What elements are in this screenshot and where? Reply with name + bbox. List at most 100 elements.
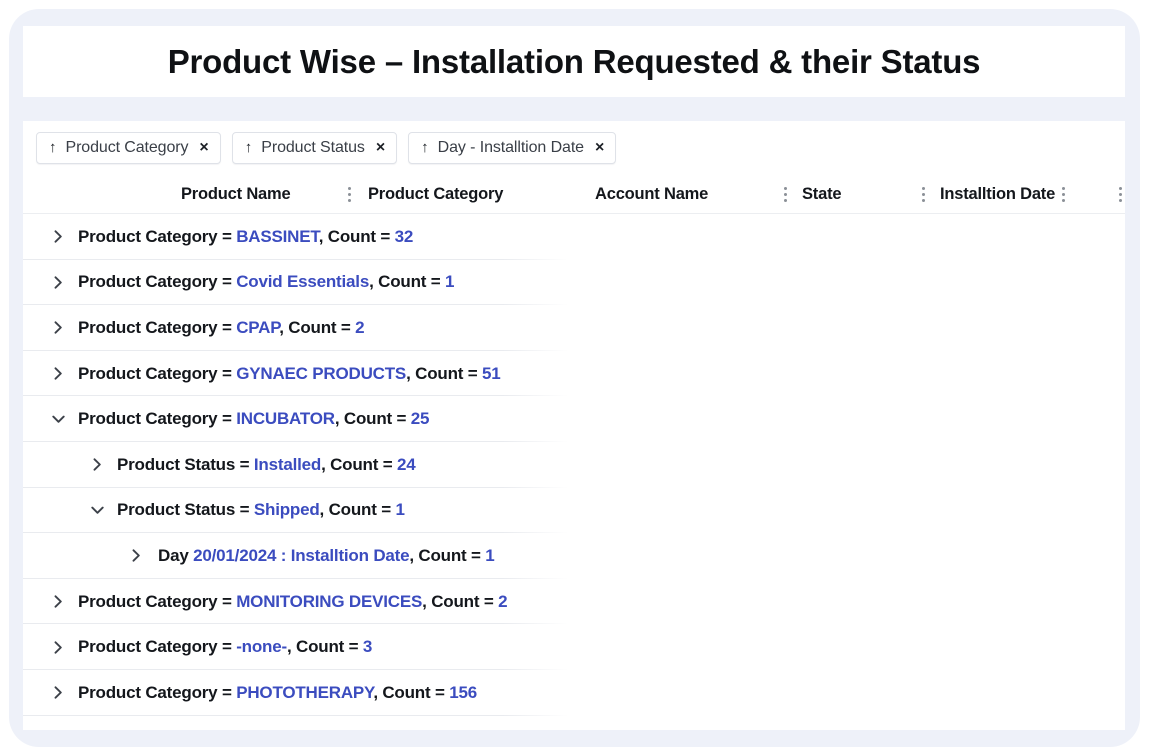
chevron-right-icon[interactable] — [49, 367, 67, 380]
table-row[interactable]: Day 20/01/2024 : Installtion Date, Count… — [23, 533, 1125, 579]
table-row[interactable]: Product Category = MONITORING DEVICES, C… — [23, 578, 1125, 625]
row-label: Product Category = MONITORING DEVICES, C… — [78, 591, 508, 612]
chevron-right-icon[interactable] — [49, 640, 67, 654]
chevron-right-icon[interactable] — [49, 230, 67, 243]
count-label: Count = — [330, 454, 397, 474]
group-equals: = — [217, 226, 237, 246]
report-title-panel: Product Wise – Installation Requested & … — [23, 26, 1125, 97]
row-content: Product Status = Shipped, Count = 1 — [88, 488, 405, 534]
column-header-label: Product Category — [368, 184, 504, 203]
table-row[interactable]: Product Category = Covid Essentials, Cou… — [23, 259, 1125, 306]
row-content: Product Category = Covid Essentials, Cou… — [49, 260, 454, 306]
count-label: Count = — [328, 500, 396, 520]
group-field-name: Product Category — [78, 591, 218, 611]
screenshot-root: Product Wise – Installation Requested & … — [0, 0, 1149, 753]
row-content: Product Category = CPAP, Count = 2 — [49, 305, 365, 351]
filter-chip-label: Day - Installtion Date — [437, 138, 584, 156]
table-row[interactable]: Product Category = GYNAEC PRODUCTS, Coun… — [23, 350, 1125, 397]
count-value: 24 — [396, 454, 416, 474]
filter-chips-bar: ↑ Product Category × ↑ Product Status × ↑ Day -… — [23, 121, 1125, 174]
group-value: Covid Essentials — [236, 272, 370, 292]
column-menu-glyph — [921, 186, 925, 202]
row-content: Product Category = BASSINET, Count = 32 — [49, 214, 413, 260]
group-field-name: Product Status — [117, 454, 236, 474]
column-menu-icon[interactable] — [1056, 174, 1070, 214]
group-value: MONITORING DEVICES — [236, 591, 423, 611]
row-label: Product Category = CPAP, Count = 2 — [78, 317, 365, 338]
group-separator: , — [373, 682, 383, 702]
column-header-label: Installtion Date — [940, 184, 1056, 203]
chevron-right-icon[interactable] — [88, 458, 106, 471]
group-value: BASSINET — [236, 226, 319, 246]
chevron-down-icon[interactable] — [49, 415, 67, 424]
column-menu-glyph — [1061, 186, 1065, 202]
page-card: Product Wise – Installation Requested & … — [9, 9, 1140, 747]
count-value: 32 — [394, 226, 414, 246]
column-menu-glyph — [347, 186, 351, 202]
column-header-cell[interactable]: Account Name — [595, 174, 708, 214]
chevron-right-icon[interactable] — [49, 686, 67, 699]
column-header-cell[interactable]: Installtion Date — [940, 174, 1055, 214]
row-label: Product Category = -none-, Count = 3 — [78, 637, 372, 657]
close-icon[interactable]: × — [199, 139, 208, 156]
column-header-label: State — [802, 184, 842, 203]
group-equals: = — [217, 637, 237, 657]
group-field-name: Product Status — [117, 500, 236, 520]
group-separator: , — [422, 591, 432, 611]
count-value: 1 — [485, 545, 495, 565]
table-row[interactable]: Product Category = CPAP, Count = 2 — [23, 305, 1125, 351]
group-equals: = — [217, 409, 237, 429]
group-equals: = — [217, 682, 237, 702]
column-menu-icon[interactable] — [342, 174, 356, 214]
group-separator: , — [406, 363, 416, 383]
table-row[interactable]: Product Category = INCUBATOR, Count = 25 — [23, 396, 1125, 442]
table-row[interactable]: Product Category = -none-, Count = 3 — [23, 624, 1125, 670]
arrow-up-icon: ↑ — [421, 139, 429, 156]
row-content: Product Category = GYNAEC PRODUCTS, Coun… — [49, 351, 501, 397]
group-separator: , — [319, 500, 329, 520]
column-menu-icon[interactable] — [1113, 174, 1125, 214]
chevron-down-icon[interactable] — [88, 506, 106, 515]
grouped-rows-container: Product Category = BASSINET, Count = 32 P… — [23, 214, 1125, 716]
table-row[interactable]: Product Category = BASSINET, Count = 32 — [23, 214, 1125, 260]
chevron-right-icon[interactable] — [49, 276, 67, 289]
count-value: 3 — [362, 637, 373, 657]
close-icon[interactable]: × — [595, 139, 604, 156]
group-equals: = — [217, 317, 237, 337]
table-row[interactable]: Product Status = Installed, Count = 24 — [23, 441, 1125, 488]
column-menu-icon[interactable] — [778, 174, 792, 214]
row-content: Product Category = -none-, Count = 3 — [49, 624, 372, 670]
count-label: Count = — [415, 363, 482, 383]
filter-chip[interactable]: ↑ Product Status × — [231, 131, 398, 164]
row-label: Product Category = Covid Essentials, Cou… — [78, 272, 454, 292]
column-menu-icon[interactable] — [916, 174, 930, 214]
filter-chip[interactable]: ↑ Product Category × — [36, 131, 221, 164]
count-label: Count = — [343, 409, 411, 429]
group-equals: = — [235, 454, 254, 474]
row-content: Product Category = INCUBATOR, Count = 25 — [49, 396, 429, 442]
group-separator: , — [321, 454, 331, 474]
group-equals: = — [217, 591, 237, 611]
pivot-table-panel: ↑ Product Category × ↑ Product Status × ↑ Day -… — [23, 121, 1125, 730]
group-field-name: Product Category — [78, 409, 218, 429]
column-header-label: Account Name — [595, 184, 709, 203]
chevron-right-icon[interactable] — [127, 549, 145, 563]
table-row[interactable]: Product Category = PHOTOTHERAPY, Count =… — [23, 669, 1125, 716]
filter-chip-label: Product Category — [65, 138, 189, 156]
group-value: CPAP — [236, 317, 280, 337]
table-row[interactable]: Product Status = Shipped, Count = 1 — [23, 487, 1125, 534]
column-header-cell[interactable]: State — [802, 174, 842, 214]
count-value: 1 — [395, 500, 405, 520]
column-header-cell[interactable]: Product Name — [181, 174, 291, 214]
group-separator: , — [369, 272, 379, 292]
chevron-right-icon[interactable] — [49, 321, 67, 335]
column-header-cell[interactable]: Product Category — [368, 174, 503, 214]
group-value: GYNAEC PRODUCTS — [236, 363, 407, 383]
close-icon[interactable]: × — [376, 139, 385, 156]
filter-chip-label: Product Status — [261, 138, 365, 156]
group-equals: = — [235, 500, 254, 520]
chevron-right-icon[interactable] — [49, 595, 67, 608]
group-value: INCUBATOR — [236, 409, 335, 429]
filter-chip[interactable]: ↑ Day - Installtion Date × — [408, 131, 617, 164]
group-value: 20/01/2024 : Installtion Date — [193, 545, 410, 565]
